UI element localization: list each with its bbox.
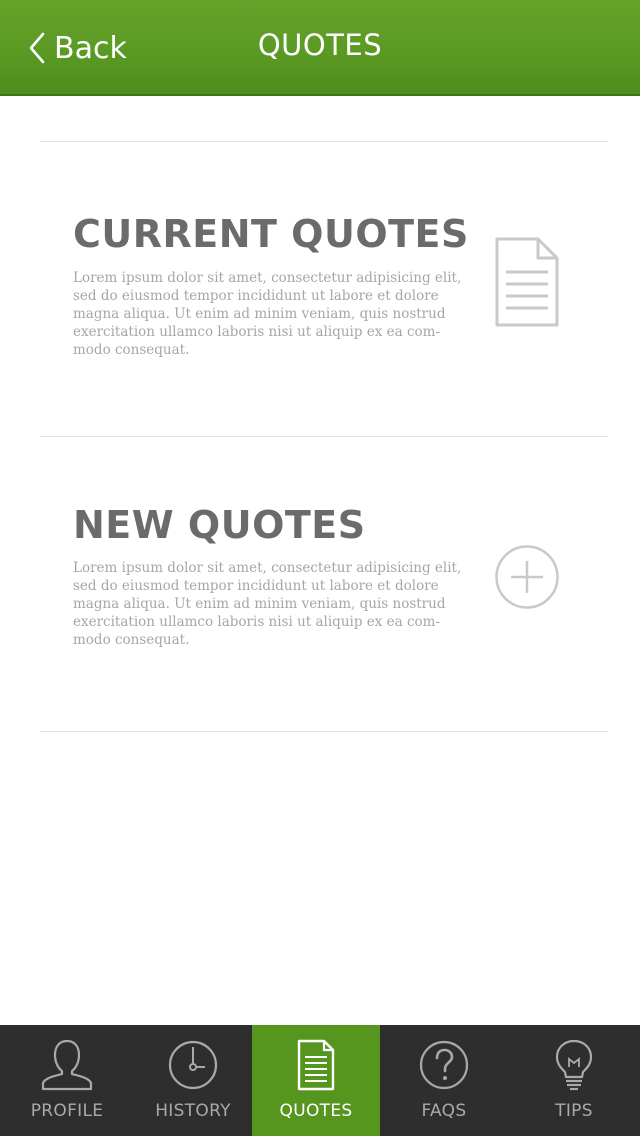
tab-quotes[interactable]: QUOTES — [252, 1025, 380, 1136]
tab-bar: PROFILE HISTORY QUOTES FAQS TIPS — [0, 1025, 640, 1136]
clock-icon — [168, 1040, 218, 1090]
tab-quotes-label: QUOTES — [279, 1101, 353, 1121]
page-title: QUOTES — [257, 28, 383, 62]
tab-profile-label: PROFILE — [30, 1101, 104, 1121]
current-quotes-item[interactable]: CURRENT QUOTES Lorem ipsum dolor sit ame… — [40, 142, 608, 436]
person-icon — [41, 1039, 93, 1091]
tab-faqs[interactable]: FAQS — [380, 1025, 508, 1136]
nav-bar: Back QUOTES — [0, 0, 640, 96]
tab-history[interactable]: HISTORY — [134, 1025, 252, 1136]
tab-profile[interactable]: PROFILE — [0, 1025, 134, 1136]
document-icon — [297, 1039, 335, 1091]
quotes-screen: Back QUOTES CURRENT QUOTES Lorem ipsum d… — [0, 0, 640, 1136]
document-icon — [495, 237, 559, 327]
tab-tips-label: TIPS — [555, 1101, 593, 1121]
new-quotes-title: NEW QUOTES — [73, 503, 366, 547]
current-quotes-title: CURRENT QUOTES — [73, 212, 469, 256]
tab-history-label: HISTORY — [155, 1101, 231, 1121]
current-quotes-description: Lorem ipsum dolor sit amet, consectetur … — [73, 270, 462, 358]
divider — [40, 731, 608, 732]
question-icon — [419, 1040, 469, 1090]
lightbulb-icon — [555, 1039, 593, 1091]
plus-circle-icon — [495, 545, 559, 609]
new-quotes-item[interactable]: NEW QUOTES Lorem ipsum dolor sit amet, c… — [40, 437, 608, 731]
tab-faqs-label: FAQS — [421, 1101, 467, 1121]
tab-tips[interactable]: TIPS — [508, 1025, 640, 1136]
new-quotes-description: Lorem ipsum dolor sit amet, consectetur … — [73, 560, 462, 648]
